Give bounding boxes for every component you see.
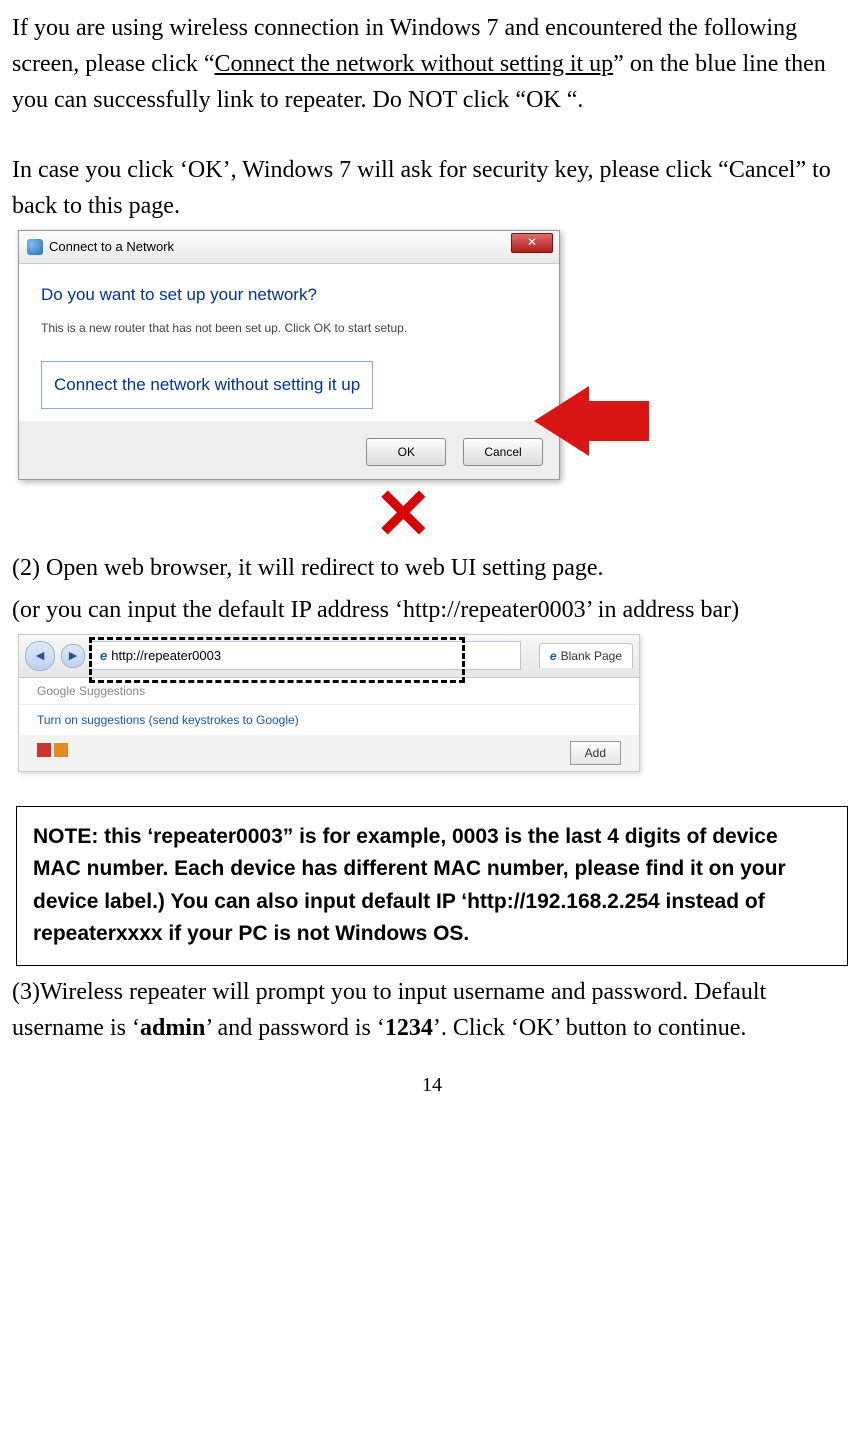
ie-icon: e <box>550 647 557 665</box>
browser-screenshot: ◄ ► e http://repeater0003 e Blank Page G… <box>18 634 640 772</box>
back-button[interactable]: ◄ <box>25 641 55 671</box>
dialog-titlebar: Connect to a Network ✕ <box>19 231 559 264</box>
suggestions-header: Google Suggestions <box>19 678 639 705</box>
password-value: 1234 <box>385 1015 433 1041</box>
close-icon[interactable]: ✕ <box>511 233 553 253</box>
dialog-footer: OK Cancel <box>19 421 559 479</box>
link-text-underlined: Connect the network without setting it u… <box>215 51 614 77</box>
browser-tab[interactable]: e Blank Page <box>539 643 633 668</box>
intro-paragraph-2: In case you click ‘OK’, Windows 7 will a… <box>12 152 852 224</box>
suggestion-text: Turn on suggestions (send keystrokes to … <box>37 711 299 729</box>
forward-button[interactable]: ► <box>61 644 85 668</box>
step-2-paragraph: (2) Open web browser, it will redirect t… <box>12 550 852 586</box>
intro-paragraph-1: If you are using wireless connection in … <box>12 10 852 118</box>
tab-label: Blank Page <box>561 647 622 665</box>
step-2-sub-paragraph: (or you can input the default IP address… <box>12 592 852 628</box>
ie-icon: e <box>100 646 107 666</box>
username-value: admin <box>140 1015 205 1041</box>
step-3-paragraph: (3)Wireless repeater will prompt you to … <box>12 974 852 1046</box>
text-segment: ’ and password is ‘ <box>205 1015 385 1041</box>
add-row: Add <box>19 735 639 771</box>
browser-toolbar: ◄ ► e http://repeater0003 e Blank Page <box>19 635 639 678</box>
network-icon <box>27 239 43 255</box>
dialog-body: Do you want to set up your network? This… <box>19 264 559 421</box>
ok-button[interactable]: OK <box>366 438 446 466</box>
windows-dialog-screenshot: Connect to a Network ✕ Do you want to se… <box>18 230 560 480</box>
page-number: 14 <box>12 1070 852 1100</box>
cancel-button[interactable]: Cancel <box>463 438 543 466</box>
provider-icon <box>54 743 68 757</box>
url-text: http://repeater0003 <box>111 646 221 666</box>
dialog-title-text: Connect to a Network <box>49 237 174 257</box>
dialog-question: Do you want to set up your network? <box>41 282 537 308</box>
add-button[interactable]: Add <box>570 741 621 765</box>
connect-without-setup-link[interactable]: Connect the network without setting it u… <box>41 361 373 409</box>
text-segment: ’. Click ‘OK’ button to continue. <box>433 1015 747 1041</box>
address-bar[interactable]: e http://repeater0003 <box>91 641 521 671</box>
suggestions-row: Turn on suggestions (send keystrokes to … <box>19 705 639 735</box>
dialog-sub-text: This is a new router that has not been s… <box>41 319 537 337</box>
provider-icon <box>37 743 51 757</box>
note-box: NOTE: this ‘repeater0003” is for example… <box>16 806 848 966</box>
red-arrow-icon <box>499 366 649 436</box>
